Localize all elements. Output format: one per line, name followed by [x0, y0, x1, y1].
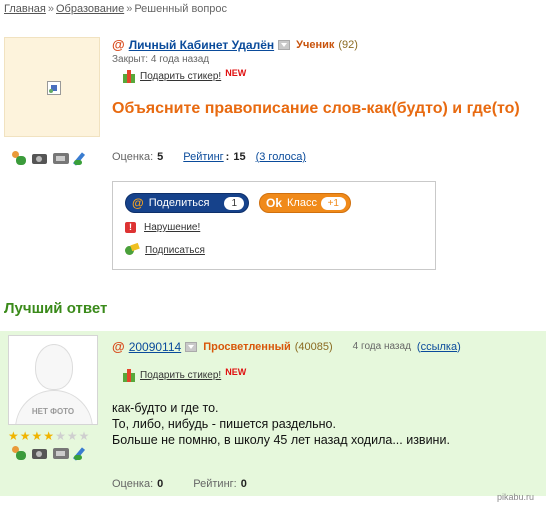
author-rating-stars: ★ ★ ★ ★ ★ ★ ★ [8, 430, 89, 442]
new-badge: NEW [225, 367, 247, 377]
mailru-icon: @ [132, 196, 144, 210]
watermark: pikabu.ru [497, 492, 535, 502]
permalink-paren-close: ) [457, 340, 461, 353]
share-ok-count: +1 [320, 196, 346, 210]
share-box: @ Поделиться 1 Ok Класс +1 ! Нарушение! … [112, 181, 436, 270]
breadcrumb-home-link[interactable]: Главная [4, 3, 46, 15]
report-violation-link[interactable]: Нарушение! [144, 222, 200, 233]
score-value: 5 [157, 151, 164, 163]
share-ok-label: Класс [287, 197, 317, 209]
question-author-avatar[interactable] [4, 37, 100, 137]
question-stats: Оценка: 5 Рейтинг: 15 (3 голоса) [112, 151, 306, 163]
gift-icon [122, 70, 136, 83]
people-icon[interactable] [10, 446, 28, 460]
question-author-link[interactable]: Личный Кабинет Удалён [129, 38, 274, 52]
broken-image-icon [47, 81, 61, 95]
answer-text: как-будто и где то. То, либо, нибудь - п… [112, 400, 450, 448]
answer-author-score: (40085) [294, 340, 333, 353]
question-author-rank: Ученик [296, 38, 335, 51]
pencil-icon[interactable] [73, 151, 91, 165]
question-author-score: (92) [338, 38, 358, 51]
pencil-icon[interactable] [73, 446, 91, 460]
camera-icon[interactable] [31, 151, 49, 165]
star-empty-icon: ★ [55, 429, 66, 443]
subscribe-link[interactable]: Подписаться [145, 245, 205, 256]
subscribe-row: Подписаться [125, 244, 205, 256]
subscribe-icon [125, 244, 139, 256]
mail-at-icon: @ [112, 339, 125, 354]
best-answer-heading: Лучший ответ [4, 300, 108, 317]
star-filled-icon: ★ [8, 429, 19, 443]
breadcrumb-separator: » [47, 3, 54, 15]
answer-score-value: 0 [157, 478, 164, 490]
breadcrumb-education-link[interactable]: Образование [56, 3, 124, 15]
answer-author-link[interactable]: 20090114 [129, 340, 182, 354]
answer-rating-value: 0 [240, 478, 247, 490]
question-gift-sticker: Подарить стикер! NEW [122, 68, 246, 83]
answer-text-line: То, либо, нибудь - пишется раздельно. [112, 417, 336, 431]
gift-icon [122, 369, 136, 382]
star-empty-icon: ★ [66, 429, 78, 443]
camera-icon[interactable] [31, 446, 49, 460]
breadcrumb: Главная» Образование» Решенный вопрос [4, 3, 227, 15]
dropdown-icon[interactable] [185, 341, 198, 352]
mail-at-icon: @ [112, 37, 125, 52]
share-mailru-button[interactable]: @ Поделиться 1 [125, 193, 249, 213]
video-icon[interactable] [52, 151, 70, 165]
share-mailru-label: Поделиться [148, 197, 210, 209]
rating-colon: : [225, 151, 230, 163]
answer-text-line: Больше не помню, в школу 45 лет назад хо… [112, 433, 450, 447]
answer-gift-sticker: Подарить стикер! NEW [122, 367, 246, 382]
question-title: Объясните правописание слов-как(будто) и… [112, 100, 520, 117]
new-badge: NEW [225, 68, 247, 78]
answer-score-label: Оценка: [112, 478, 154, 490]
permalink-link[interactable]: ссылка [421, 341, 458, 353]
no-photo-label: НЕТ ФОТО [31, 407, 75, 416]
odnoklassniki-icon: Ok [266, 196, 283, 210]
breadcrumb-separator: » [126, 3, 133, 15]
dropdown-icon[interactable] [278, 39, 291, 50]
answer-text-line: как-будто и где то. [112, 401, 219, 415]
question-closed-time: Закрыт: 4 года назад [112, 54, 210, 65]
people-icon[interactable] [10, 151, 28, 165]
question-author-icons [10, 151, 91, 165]
answer-rating-label: Рейтинг: [193, 478, 237, 490]
answer-permalink: (ссылка) [417, 341, 461, 353]
star-filled-icon: ★ [43, 429, 55, 443]
star-filled-icon: ★ [19, 429, 31, 443]
gift-sticker-link[interactable]: Подарить стикер! [140, 370, 221, 381]
share-ok-button[interactable]: Ok Класс +1 [259, 193, 351, 213]
breadcrumb-current: Решенный вопрос [134, 3, 228, 15]
warning-icon: ! [125, 222, 136, 233]
rating-link[interactable]: Рейтинг [183, 151, 223, 163]
answer-author-line: @ 20090114 Просветленный (40085) 4 года … [112, 339, 482, 354]
share-mailru-count: 1 [224, 196, 244, 210]
avatar-placeholder-head [35, 344, 73, 390]
video-icon[interactable] [52, 446, 70, 460]
answer-time: 4 года назад [352, 341, 411, 352]
question-author-line: @ Личный Кабинет Удалён Ученик (92) [112, 37, 358, 52]
votes-link[interactable]: (3 голоса) [256, 151, 306, 163]
star-filled-icon: ★ [31, 429, 43, 443]
score-label: Оценка: [112, 151, 154, 163]
answer-author-icons [10, 446, 91, 460]
answer-author-avatar[interactable]: НЕТ ФОТО [8, 335, 98, 425]
answer-stats: Оценка: 0 Рейтинг: 0 [112, 478, 247, 490]
answer-author-rank: Просветленный [203, 340, 291, 353]
star-empty-icon: ★ [78, 429, 90, 443]
violation-row: ! Нарушение! [125, 222, 200, 233]
rating-value: 15 [233, 151, 246, 163]
gift-sticker-link[interactable]: Подарить стикер! [140, 71, 221, 82]
